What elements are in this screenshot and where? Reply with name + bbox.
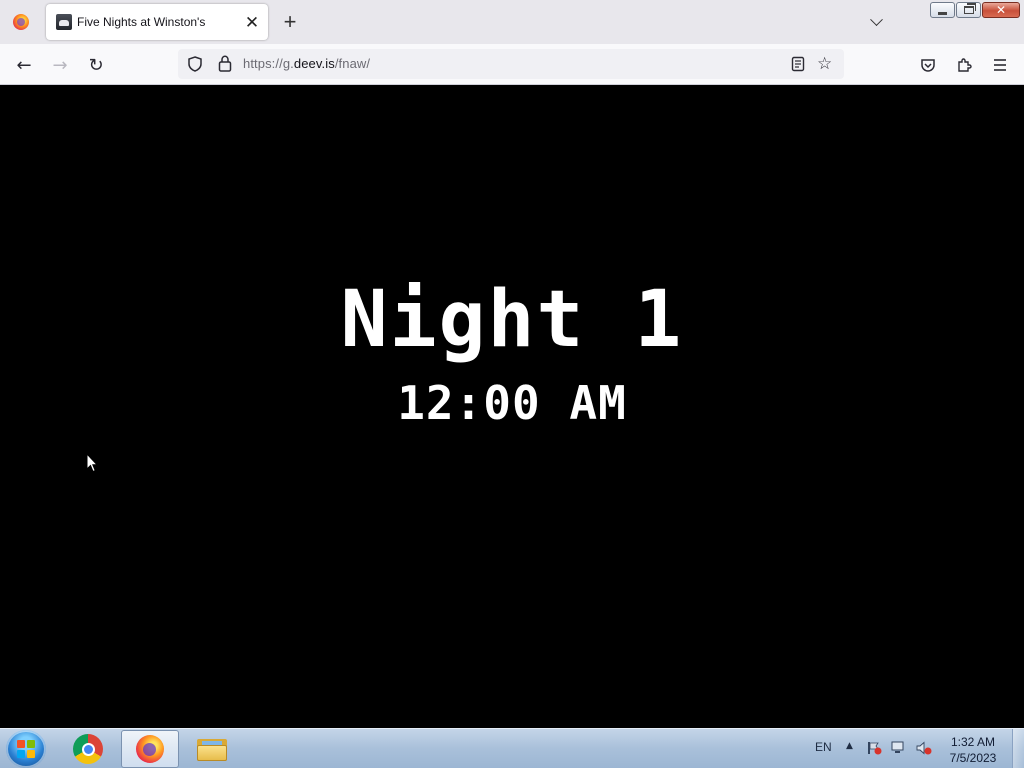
chrome-icon bbox=[73, 734, 103, 764]
url-host: deev.is bbox=[293, 56, 335, 71]
start-button[interactable] bbox=[6, 730, 46, 768]
night-start-time: 12:00 AM bbox=[397, 376, 627, 430]
volume-muted-icon[interactable] bbox=[916, 741, 932, 755]
lock-icon[interactable] bbox=[218, 55, 232, 72]
tracking-protection-shield-icon[interactable] bbox=[188, 56, 202, 72]
taskbar-chrome[interactable] bbox=[59, 730, 117, 768]
app-menu-button[interactable] bbox=[989, 54, 1011, 76]
language-indicator[interactable]: EN bbox=[815, 740, 832, 754]
extensions-button[interactable] bbox=[953, 54, 975, 76]
windows-logo-icon bbox=[17, 740, 35, 758]
network-icon[interactable] bbox=[891, 741, 907, 755]
mouse-cursor-icon bbox=[86, 453, 98, 473]
show-desktop-button[interactable] bbox=[1012, 729, 1024, 768]
reload-icon: ↻ bbox=[88, 54, 104, 76]
restore-button[interactable] bbox=[956, 2, 981, 18]
file-explorer-icon bbox=[197, 737, 227, 761]
firefox-icon bbox=[136, 735, 164, 763]
hamburger-menu-icon bbox=[994, 59, 1006, 71]
tab-five-nights[interactable]: Five Nights at Winston's ✕ bbox=[46, 4, 268, 40]
address-bar[interactable]: https://g.deev.is/fnaw/ ☆ bbox=[178, 49, 844, 79]
url-text[interactable]: https://g.deev.is/fnaw/ bbox=[243, 56, 370, 71]
taskbar-firefox[interactable] bbox=[121, 730, 179, 768]
firefox-view-button[interactable] bbox=[0, 0, 42, 44]
forward-button[interactable]: → bbox=[45, 50, 75, 80]
navigation-toolbar: ← → ↻ https://g.deev.is/fnaw/ ☆ bbox=[0, 44, 1024, 85]
system-clock[interactable]: 1:32 AM 7/5/2023 bbox=[938, 734, 1008, 766]
tab-title: Five Nights at Winston's bbox=[77, 15, 206, 29]
taskbar-file-explorer[interactable] bbox=[183, 730, 241, 768]
chevron-down-icon bbox=[869, 12, 883, 26]
firefox-icon bbox=[13, 14, 29, 30]
url-path: /fnaw/ bbox=[334, 56, 371, 71]
close-icon: ✕ bbox=[244, 12, 260, 32]
minimize-button[interactable] bbox=[930, 2, 955, 18]
new-tab-button[interactable]: + bbox=[276, 8, 304, 36]
window-controls: ✕ bbox=[930, 2, 1020, 18]
pocket-icon bbox=[921, 59, 935, 72]
url-prefix: https://g. bbox=[243, 56, 294, 71]
close-icon: ✕ bbox=[995, 3, 1007, 17]
restore-icon bbox=[963, 3, 976, 14]
tab-strip: Five Nights at Winston's ✕ + ✕ bbox=[0, 0, 1024, 44]
taskbar: EN ▲ 1:32 AM 7/5/2023 bbox=[0, 728, 1024, 768]
reload-button[interactable]: ↻ bbox=[81, 50, 111, 80]
clock-time: 1:32 AM bbox=[950, 735, 996, 749]
window-close-button[interactable]: ✕ bbox=[982, 2, 1020, 18]
site-favicon-icon bbox=[56, 14, 72, 30]
reader-view-icon[interactable] bbox=[791, 56, 805, 72]
clock-date: 7/5/2023 bbox=[949, 751, 997, 765]
minimize-icon bbox=[938, 11, 947, 15]
list-all-tabs-button[interactable] bbox=[862, 8, 890, 36]
action-center-flag-icon[interactable] bbox=[866, 741, 882, 755]
arrow-left-icon: ← bbox=[16, 54, 32, 76]
arrow-right-icon: → bbox=[52, 54, 68, 76]
night-title: Night 1 bbox=[340, 275, 684, 365]
plus-icon: + bbox=[283, 9, 297, 34]
pocket-button[interactable] bbox=[917, 54, 939, 76]
bookmark-star-icon[interactable]: ☆ bbox=[817, 54, 832, 74]
game-canvas[interactable]: Night 1 12:00 AM bbox=[0, 85, 1024, 728]
back-button[interactable]: ← bbox=[9, 50, 39, 80]
puzzle-icon bbox=[958, 58, 972, 72]
show-hidden-icons-button[interactable]: ▲ bbox=[846, 741, 853, 751]
tab-close-button[interactable]: ✕ bbox=[240, 10, 264, 34]
